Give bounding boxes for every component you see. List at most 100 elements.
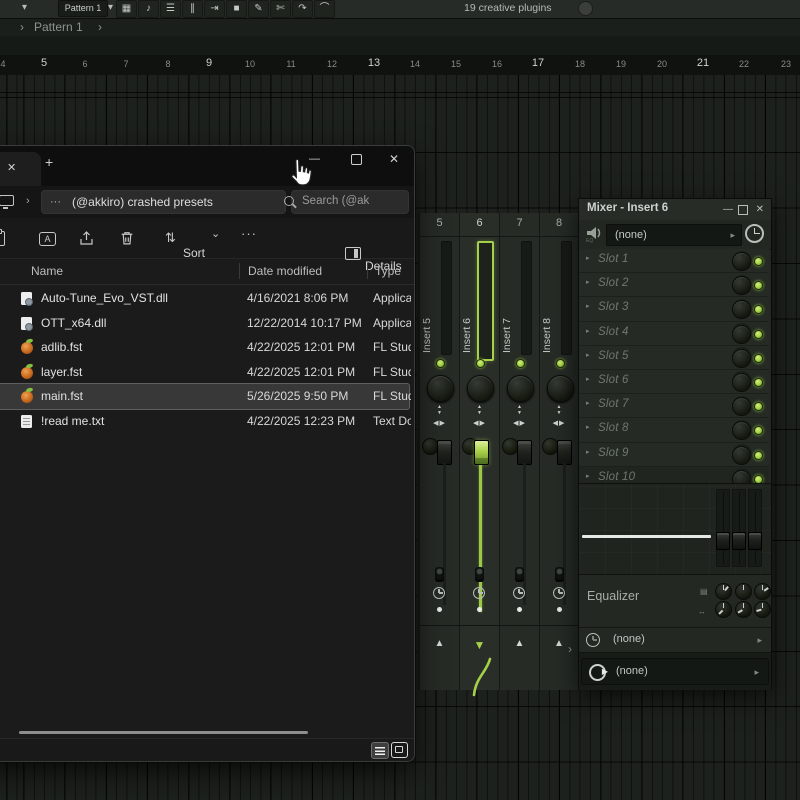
eq-freq-knob-high[interactable] [754, 601, 771, 618]
slot-label[interactable]: Slot 8 [598, 422, 629, 434]
slot-enable-led[interactable] [754, 451, 763, 460]
mixer-scroll-arrow[interactable]: › [568, 642, 572, 656]
maximize-button[interactable] [738, 205, 748, 215]
stereo-sep-arrows[interactable]: ▲▼ [460, 405, 499, 416]
volume-fader-active[interactable] [474, 440, 489, 465]
select-dot[interactable] [477, 607, 482, 612]
effect-slot-4[interactable]: ▸Slot 4 [579, 322, 769, 346]
slot-label[interactable]: Slot 7 [598, 398, 629, 410]
file-name[interactable]: !read me.txt [41, 409, 104, 434]
slot-arrow-icon[interactable]: ▸ [586, 399, 590, 407]
slot-arrow-icon[interactable]: ▸ [586, 375, 590, 383]
mute-led[interactable] [476, 359, 485, 368]
slot-label[interactable]: Slot 4 [598, 326, 629, 338]
column-name[interactable]: Name [31, 258, 63, 284]
tab-close-icon[interactable]: ✕ [7, 161, 16, 175]
slot-label[interactable]: Slot 2 [598, 277, 629, 289]
breadcrumb-pattern[interactable]: Pattern 1 [34, 19, 83, 36]
slot-enable-led[interactable] [754, 281, 763, 290]
file-row[interactable]: adlib.fst 4/22/2025 12:01 PM FL Studio [0, 335, 409, 360]
slot-enable-led[interactable] [754, 402, 763, 411]
address-path[interactable]: (@akkiro) crashed presets [72, 191, 213, 213]
slot-arrow-icon[interactable]: ▸ [586, 351, 590, 359]
window-close-button[interactable]: ✕ [389, 152, 399, 166]
eq-freq-knob-mid[interactable] [735, 601, 752, 618]
volume-fader[interactable] [437, 440, 452, 465]
output-field[interactable]: (none) ▸ [581, 658, 769, 685]
slot-arrow-icon[interactable]: ▸ [586, 472, 590, 480]
select-dot[interactable] [557, 607, 562, 612]
file-name[interactable]: main.fst [41, 384, 83, 409]
file-row[interactable]: Auto-Tune_Evo_VST.dll 4/16/2021 8:06 PM … [0, 286, 409, 311]
draw-tool-icon[interactable]: ■ [226, 0, 247, 18]
pattern-selector[interactable]: Pattern 1 [58, 0, 108, 17]
slot-arrow-icon[interactable]: ▸ [586, 423, 590, 431]
effect-slot-6[interactable]: ▸ Slot 6 [579, 370, 769, 394]
eq-band-slider-2[interactable] [732, 489, 746, 567]
channel-rack-icon[interactable]: ☰ [160, 0, 181, 18]
stereo-sep-arrows[interactable]: ▲▼ [500, 405, 539, 416]
pan-arrows[interactable]: ◀▶ [500, 419, 539, 429]
eq-band-slider-3[interactable] [748, 489, 762, 567]
effect-slot-7[interactable]: ▸ Slot 7 [579, 394, 769, 418]
address-field[interactable]: ··· (@akkiro) crashed presets [41, 190, 286, 214]
eq-graph[interactable] [579, 483, 771, 575]
eq-freq-knob-low[interactable] [715, 601, 732, 618]
mute-led[interactable] [516, 359, 525, 368]
channel-name[interactable]: Insert 7 [501, 303, 513, 353]
slot-enable-led[interactable] [754, 378, 763, 387]
pan-knob[interactable] [507, 375, 534, 402]
slot-enable-led[interactable] [754, 426, 763, 435]
magnet-tool-icon[interactable]: ⌒ [314, 0, 335, 18]
stereo-sep-arrows[interactable]: ▲▼ [420, 405, 459, 416]
slot-label[interactable]: Slot 6 [598, 374, 629, 386]
slot-arrow-icon[interactable]: ▸ [586, 448, 590, 456]
search-input[interactable] [294, 191, 394, 211]
pan-arrows[interactable]: ◀▶ [460, 419, 499, 429]
slot-arrow-icon[interactable]: ▸ [586, 254, 590, 262]
row-arrow-icon[interactable]: ▸ [757, 635, 762, 646]
volume-fader[interactable] [517, 440, 532, 465]
breadcrumb-chevron-icon[interactable]: › [26, 194, 30, 208]
explorer-tab-bar[interactable]: ✕ + — ✕ [0, 146, 414, 186]
slot-label[interactable]: Slot 9 [598, 447, 629, 459]
sort-chevron-icon[interactable]: ⌄ [211, 227, 220, 240]
search-box[interactable] [291, 190, 409, 214]
mixer-insert-window[interactable]: Mixer - Insert 6 — ✕ EQ (none) ▸ ▸Slot 1… [578, 198, 772, 690]
file-row[interactable]: OTT_x64.dll 12/22/2014 10:17 PM Applicat… [0, 311, 409, 336]
pan-arrows[interactable]: ◀▶ [540, 419, 578, 429]
channel-name[interactable]: Insert 5 [421, 303, 433, 353]
eq-level-knob-mid[interactable] [735, 583, 752, 600]
route-up-arrow[interactable]: ▲ [500, 638, 539, 649]
mixer-icon[interactable]: ∥ [182, 0, 203, 18]
file-name[interactable]: OTT_x64.dll [41, 311, 106, 336]
slice-tool-icon[interactable]: ✄ [270, 0, 291, 18]
effect-slot-9[interactable]: ▸ Slot 9 [579, 443, 769, 467]
channel-name[interactable]: Insert 8 [541, 303, 553, 353]
effect-slot-2[interactable]: ▸Slot 2 [579, 273, 769, 297]
search-icon[interactable] [284, 196, 294, 206]
select-dot[interactable] [517, 607, 522, 612]
large-icons-view-toggle-icon[interactable] [391, 742, 408, 758]
slot-mix-knob[interactable] [732, 373, 751, 392]
mute-switch-icon[interactable] [475, 567, 484, 582]
details-view-toggle-icon[interactable] [371, 742, 389, 759]
mute-switch-icon[interactable] [555, 567, 564, 582]
minimize-button[interactable]: — [723, 203, 733, 216]
file-row[interactable]: !read me.txt 4/22/2025 12:23 PM Text Doc… [0, 409, 409, 434]
channel-number[interactable]: 5 [420, 217, 459, 229]
slot-label[interactable]: Slot 5 [598, 350, 629, 362]
horizontal-scrollbar[interactable] [19, 731, 308, 734]
route-up-arrow[interactable]: ▲ [420, 638, 459, 649]
mute-switch-icon[interactable] [515, 567, 524, 582]
slot-enable-led[interactable] [754, 305, 763, 314]
time-offset-row[interactable]: (none) ▸ [579, 627, 771, 653]
file-name[interactable]: adlib.fst [41, 335, 82, 360]
sort-arrows-icon[interactable]: ⇅ [165, 230, 176, 246]
eq-curve[interactable] [582, 535, 711, 538]
eq-level-knob-low[interactable] [715, 583, 732, 600]
effect-slot-5[interactable]: ▸ Slot 5 [579, 346, 769, 370]
address-overflow-icon[interactable]: ··· [50, 191, 61, 213]
share-icon[interactable] [79, 230, 95, 246]
close-button[interactable]: ✕ [756, 203, 764, 216]
